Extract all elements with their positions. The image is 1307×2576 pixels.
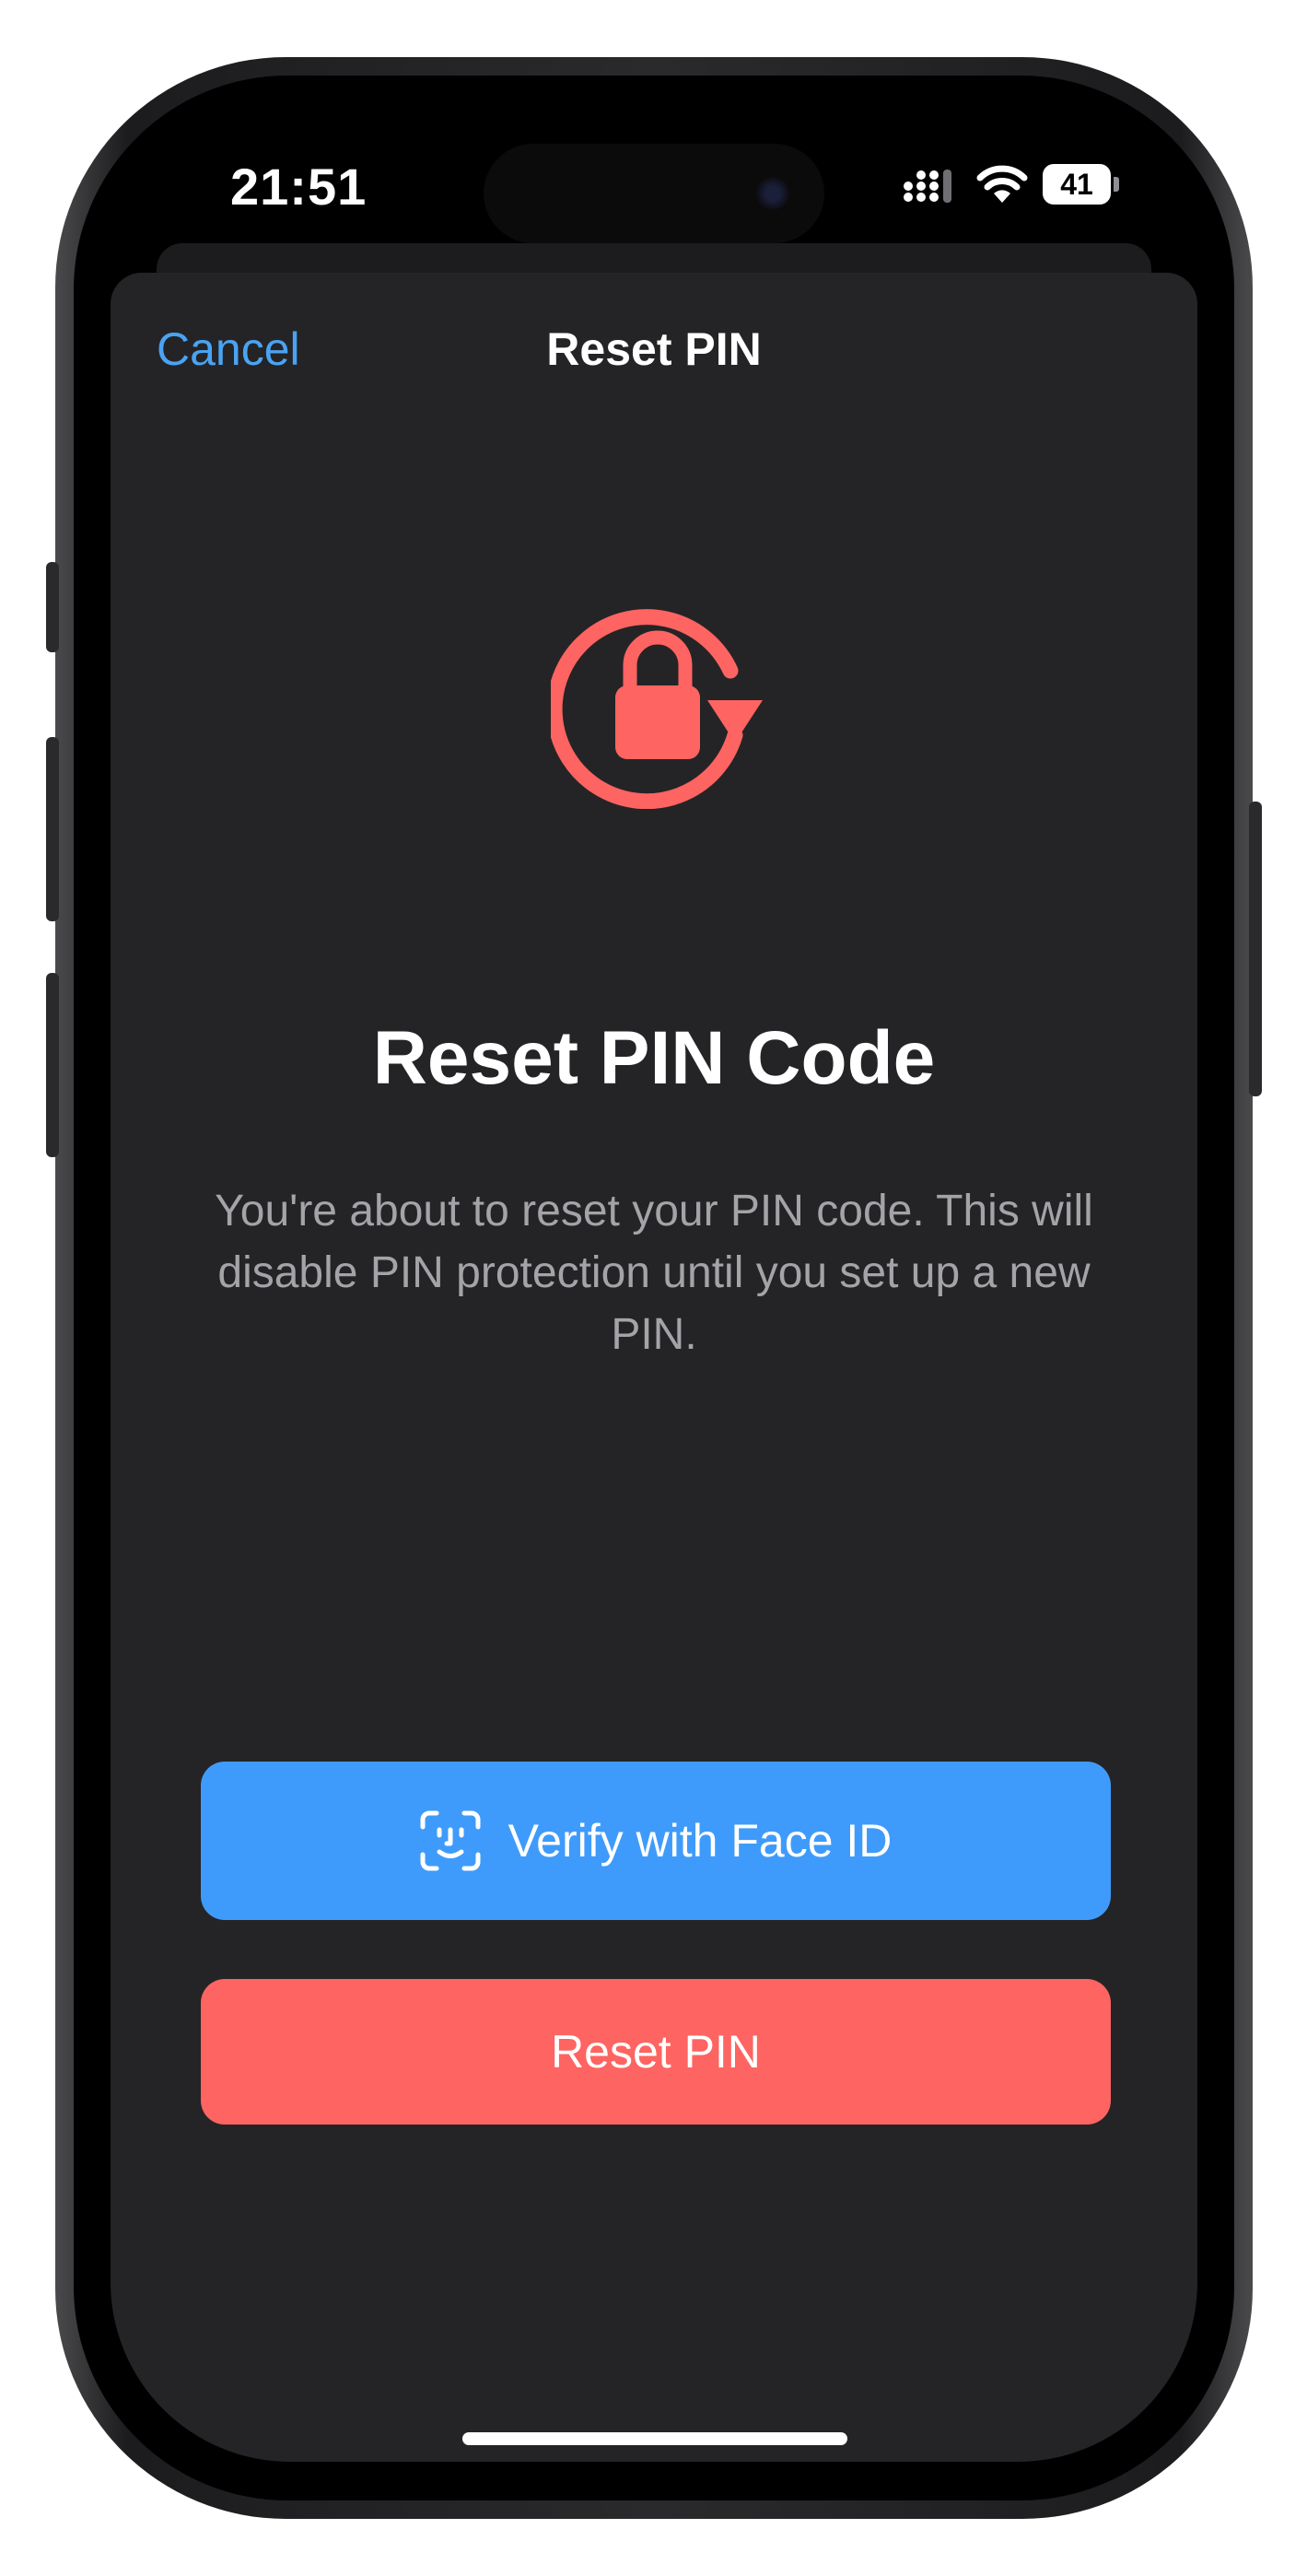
camera-icon [756, 177, 789, 210]
signal-icon [904, 170, 951, 203]
lock-reset-icon [551, 609, 763, 809]
power-button [1249, 802, 1262, 1096]
face-id-icon [420, 1810, 481, 1871]
description-text: You're about to reset your PIN code. Thi… [215, 1187, 1093, 1359]
wifi-icon [976, 165, 1028, 203]
battery-level: 41 [1060, 167, 1093, 201]
reset-pin-sheet: Cancel Reset PIN Reset PIN Code You're a… [111, 273, 1197, 2462]
reset-pin-button[interactable]: Reset PIN [201, 1979, 1111, 2125]
volume-up-button [46, 737, 59, 921]
verify-face-id-button[interactable]: Verify with Face ID [201, 1762, 1111, 1920]
status-icons: 41 [903, 162, 1142, 208]
volume-down-button [46, 973, 59, 1157]
battery-cap [1114, 177, 1119, 192]
battery-icon: 41 [1043, 164, 1111, 205]
home-indicator[interactable] [462, 2432, 847, 2445]
verify-face-id-label: Verify with Face ID [508, 1815, 893, 1867]
dynamic-island [484, 144, 824, 243]
status-time: 21:51 [230, 158, 368, 216]
reset-pin-label: Reset PIN [551, 2026, 761, 2078]
action-button [46, 562, 59, 652]
phone-screen: 21:51 41 Cancel Reset PIN Reset PIN Code… [111, 114, 1197, 2462]
page-heading: Reset PIN Code [372, 1016, 936, 1100]
cancel-button[interactable]: Cancel [157, 322, 300, 376]
